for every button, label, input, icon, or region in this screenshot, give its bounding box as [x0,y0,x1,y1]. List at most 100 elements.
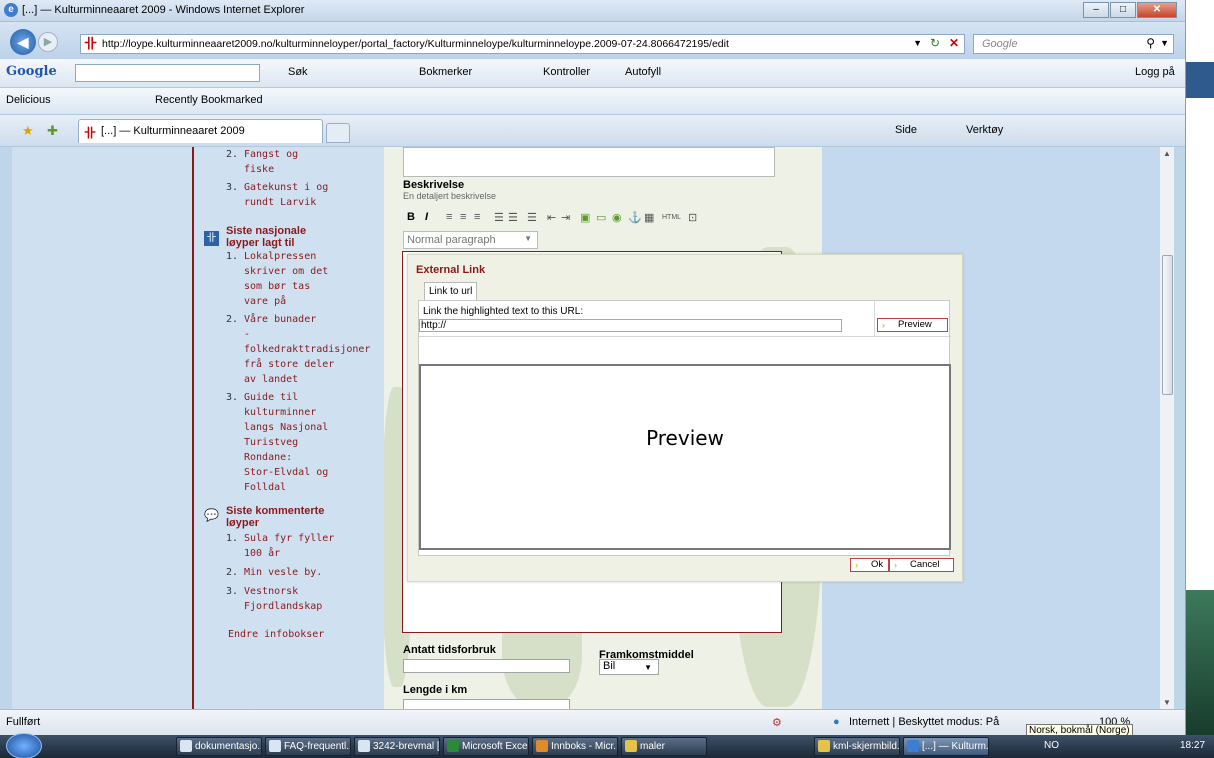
indent-icon[interactable]: ⇥ [561,211,570,224]
list-item[interactable]: 2. Våre bunader - folkedrakttradisjoner frå … [226,312,370,387]
align-left-icon[interactable]: ≡ [446,211,452,223]
clock[interactable]: 18:27 [1180,740,1205,751]
site-favicon-icon: 卝 [84,36,98,51]
google-search-input[interactable] [75,64,260,82]
search-icon[interactable]: ⚲ [1146,36,1155,50]
taskbar-button[interactable]: kml-skjermbild... [814,737,900,756]
google-logo[interactable]: Google [6,64,57,79]
delicious-label[interactable]: Delicious [6,94,51,106]
bold-button[interactable]: B [407,211,415,223]
address-dropdown-icon[interactable]: ▼ [913,38,922,48]
taskbar: dokumentasjo... FAQ-frequentl... 3242-br… [0,733,1214,758]
url-text: http://loype.kulturminneaaret2009.no/kul… [102,38,729,50]
new-tab-button[interactable] [326,123,350,143]
check-menu[interactable]: Kontroller [543,66,590,78]
tab-favicon-icon: 卝 [84,126,97,140]
definition-list-icon[interactable]: ☰ [527,211,537,224]
search-input[interactable]: Google ⚲ ▼ [973,34,1174,54]
list-item[interactable]: 2. Fangst og fiske [226,147,328,177]
list-item[interactable]: 3. Guide til kulturminner langs Nasjonal Tur… [226,390,370,495]
page-menu[interactable]: Side [895,124,917,136]
autofill-menu[interactable]: Autofyll [625,66,661,78]
vertical-scrollbar[interactable]: ▲ ▼ [1159,147,1174,709]
close-button[interactable]: ✕ [1137,2,1177,18]
scroll-thumb[interactable] [1162,255,1173,395]
paragraph-style-select[interactable]: Normal paragraph ▼ [403,231,538,249]
background-window-header [1186,62,1214,98]
arrow-icon: › [855,560,858,570]
maximize-button[interactable]: □ [1110,2,1136,18]
language-indicator[interactable]: NO [1044,740,1059,751]
tab-link-to-url[interactable]: Link to url [424,282,478,300]
internal-link-icon[interactable]: ▭ [596,211,606,224]
length-input[interactable] [403,699,570,709]
ok-button[interactable]: › Ok [850,558,889,572]
excel-icon [447,740,459,752]
list-item[interactable]: 3. Gatekunst i og rundt Larvik [226,180,328,210]
time-input[interactable] [403,659,570,673]
tools-menu[interactable]: Verktøy [966,124,1003,136]
sidebar: 2. Fangst og fiske 3. Gatekunst i og rundt L… [192,147,384,709]
login-link[interactable]: Logg på [1135,66,1175,78]
tab-title: [...] — Kulturminneaaret 2009 [101,125,245,137]
divider [874,301,875,336]
taskbar-button[interactable]: Microsoft Excel [443,737,529,756]
search-dropdown-icon[interactable]: ▼ [1160,38,1169,48]
recently-bookmarked-menu[interactable]: Recently Bookmarked [155,94,263,106]
url-input[interactable]: http:// [419,319,842,332]
taskbar-button[interactable]: maler [621,737,707,756]
minimize-button[interactable]: – [1083,2,1109,18]
scroll-down-icon[interactable]: ▼ [1163,698,1171,707]
taskbar-button-active[interactable]: [...] — Kulturm... [903,737,989,756]
list-item[interactable]: 2. Min vesle by. [226,565,334,580]
tab-bar: ★ ✚ 卝 [...] — Kulturminneaaret 2009 Side… [0,115,1185,147]
document-icon [358,740,370,752]
document-icon [269,740,281,752]
anchor-icon[interactable]: ⚓ [628,211,642,224]
outdent-icon[interactable]: ⇤ [547,211,556,224]
add-favorites-icon[interactable]: ✚ [47,123,58,139]
image-icon[interactable]: ▣ [580,211,590,224]
page-margin [12,147,192,709]
list-item[interactable]: 1. Lokalpressen skriver om det som bør tas v… [226,249,370,309]
taskbar-button[interactable]: FAQ-frequentl... [265,737,351,756]
start-button[interactable] [6,733,42,758]
ordered-list-icon[interactable]: ☰ [494,211,504,224]
italic-button[interactable]: I [425,211,428,223]
table-icon[interactable]: ▦ [644,211,654,224]
preview-button[interactable]: › Preview [877,318,948,332]
unordered-list-icon[interactable]: ☰ [508,211,518,224]
page-viewport[interactable]: 2. Fangst og fiske 3. Gatekunst i og rundt L… [12,147,1174,709]
list-item[interactable]: 1. Sula fyr fyller 100 år [226,531,334,561]
google-search-button[interactable]: Søk [288,66,308,78]
back-button[interactable]: ◀ [10,29,36,55]
delicious-toolbar: Delicious Recently Bookmarked [0,88,1185,115]
taskbar-button[interactable]: Innboks - Micr... [532,737,618,756]
edit-infoboxes-link[interactable]: Endre infobokser [228,629,324,640]
align-right-icon[interactable]: ≡ [474,211,480,223]
tab-active[interactable]: 卝 [...] — Kulturminneaaret 2009 [78,119,323,143]
favorites-star-icon[interactable]: ★ [22,123,34,139]
stop-icon[interactable]: ✕ [949,36,959,50]
desktop-wallpaper [1186,590,1214,735]
address-field[interactable]: 卝 http://loype.kulturminneaaret2009.no/k… [80,34,965,54]
fullscreen-icon[interactable]: ⊡ [688,211,697,224]
refresh-icon[interactable]: ↻ [930,36,940,50]
preview-frame: Preview [419,364,951,550]
external-link-icon[interactable]: ◉ [612,211,622,224]
list-item[interactable]: 3. Vestnorsk Fjordlandskap [226,584,334,614]
dialog-panel: Link the highlighted text to this URL: h… [418,300,951,556]
taskbar-button[interactable]: dokumentasjo... [176,737,262,756]
dialog-title: External Link [416,264,486,276]
taskbar-button[interactable]: 3242-brevmal [... [354,737,440,756]
transport-select[interactable]: Bil ▼ [599,659,659,675]
summary-textarea[interactable] [403,147,775,177]
cancel-button[interactable]: › Cancel [889,558,954,572]
window-titlebar[interactable]: e [...] — Kulturminneaaret 2009 - Window… [0,0,1185,22]
html-view-button[interactable]: HTML [662,214,681,221]
zone-text[interactable]: Internett | Beskyttet modus: På [849,716,999,728]
forward-button[interactable]: ▶ [38,32,58,52]
scroll-up-icon[interactable]: ▲ [1163,149,1171,158]
bookmarks-menu[interactable]: Bokmerker [419,66,472,78]
align-center-icon[interactable]: ≡ [460,211,466,223]
